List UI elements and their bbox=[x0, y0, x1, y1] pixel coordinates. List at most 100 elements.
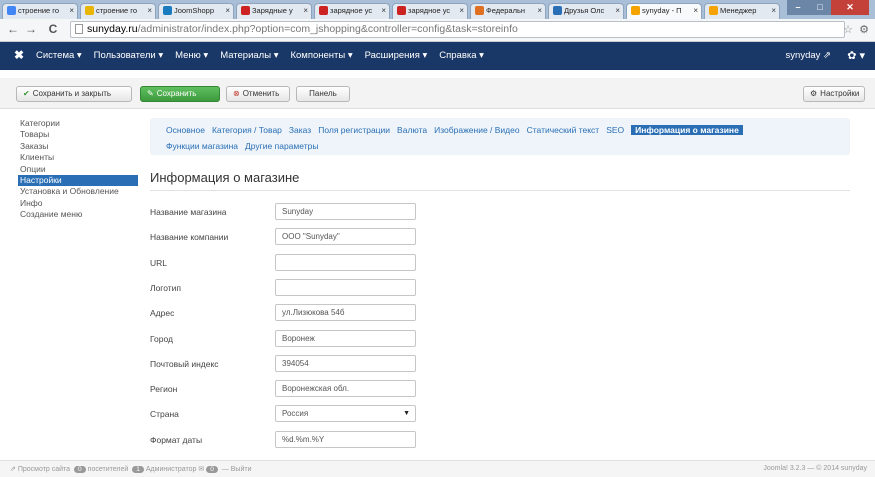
close-tab-icon[interactable]: × bbox=[381, 6, 386, 15]
cancel-button[interactable]: ⊗ Отменить bbox=[226, 86, 290, 102]
settings-tab[interactable]: Поля регистрации bbox=[318, 125, 390, 135]
status-bar: ⇗ Просмотр сайта 0 посетителей 1 Администр… bbox=[0, 460, 875, 477]
panel-button[interactable]: Панель bbox=[296, 86, 350, 102]
admin-menu-item[interactable]: Справка ▾ bbox=[439, 50, 484, 61]
browser-tab[interactable]: JoomShopp × bbox=[158, 3, 234, 19]
browser-tab[interactable]: Зарядные у × bbox=[236, 3, 312, 19]
messages-count-badge: 0 bbox=[206, 466, 218, 473]
sidebar-item[interactable]: Категории bbox=[18, 118, 138, 129]
settings-tab[interactable]: Валюта bbox=[397, 125, 427, 135]
text-field[interactable]: Воронеж bbox=[275, 329, 416, 347]
country-select[interactable]: Россия ▼ bbox=[275, 405, 416, 423]
browser-tabstrip: строение го × строение го × JoomShopp × Зарядн… bbox=[0, 0, 875, 19]
sidebar-item[interactable]: Настройки bbox=[18, 174, 138, 186]
text-field[interactable]: Sunyday bbox=[275, 203, 416, 220]
settings-tab[interactable]: Основное bbox=[166, 125, 205, 135]
browser-tab-label: зарядное ус bbox=[330, 6, 373, 15]
cancel-label: Отменить bbox=[242, 89, 280, 98]
logout-icon: — bbox=[221, 466, 229, 473]
browser-tab[interactable]: Друзья Олс × bbox=[548, 3, 624, 19]
sidebar-item[interactable]: Опции bbox=[18, 164, 138, 175]
field-label: Страна bbox=[150, 409, 179, 420]
settings-tab[interactable]: Другие параметры bbox=[245, 141, 318, 151]
settings-tab[interactable]: Изображение / Видео bbox=[434, 125, 519, 135]
forward-arrow-icon[interactable]: → bbox=[24, 22, 38, 36]
browser-tab[interactable]: synyday - П × bbox=[626, 3, 702, 19]
sidebar-item[interactable]: Заказы bbox=[18, 141, 138, 152]
browser-tab[interactable]: зарядное ус × bbox=[314, 3, 390, 19]
browser-tab-label: строение го bbox=[96, 6, 138, 15]
admins-label: Администратор bbox=[145, 466, 197, 473]
save-button[interactable]: ✎ Сохранить bbox=[140, 86, 220, 102]
settings-tab[interactable]: Статический текст bbox=[527, 125, 600, 135]
text-field[interactable]: %d.%m.%Y bbox=[275, 430, 416, 448]
browser-tab[interactable]: Менеджер × bbox=[704, 3, 780, 19]
browser-tab[interactable]: зарядное ус × bbox=[392, 3, 468, 19]
settings-tab[interactable]: SEO bbox=[606, 125, 624, 135]
gear-icon[interactable]: ✿ ▾ bbox=[847, 49, 865, 62]
toolbar: ✔ Сохранить и закрыть ✎ Сохранить ⊗ Отменит… bbox=[0, 78, 875, 109]
settings-button[interactable]: ⚙ Настройки bbox=[803, 86, 865, 102]
joomla-icon bbox=[631, 6, 640, 15]
browser-tab[interactable]: строение го × bbox=[2, 3, 78, 19]
joomla-logo-icon[interactable]: ✖ bbox=[14, 48, 24, 62]
close-tab-icon[interactable]: × bbox=[69, 6, 74, 15]
close-window-button[interactable]: ✕ bbox=[831, 0, 869, 15]
settings-tab[interactable]: Функции магазина bbox=[166, 141, 238, 151]
text-field[interactable]: ООО "Sunyday" bbox=[275, 228, 416, 246]
text-field[interactable]: Воронежская обл. bbox=[275, 380, 416, 398]
logout-link[interactable]: Выйти bbox=[231, 466, 252, 473]
close-tab-icon[interactable]: × bbox=[303, 6, 308, 15]
settings-tab[interactable]: Категория / Товар bbox=[212, 125, 282, 135]
admin-menu-item[interactable]: Материалы ▾ bbox=[220, 50, 278, 61]
sidebar-item[interactable]: Установка и Обновление bbox=[18, 186, 138, 197]
browser-tab-label: synyday - П bbox=[642, 6, 682, 15]
h1-icon bbox=[241, 6, 250, 15]
field-label: Почтовый индекс bbox=[150, 358, 219, 369]
user-menu[interactable]: synyday ⇗ bbox=[786, 50, 831, 61]
text-field[interactable] bbox=[275, 278, 416, 296]
close-tab-icon[interactable]: × bbox=[537, 6, 542, 15]
google-icon bbox=[85, 6, 94, 15]
browser-tab[interactable]: Федеральн × bbox=[470, 3, 546, 19]
wrench-icon[interactable]: ⚙ bbox=[859, 23, 869, 36]
settings-tab[interactable]: Заказ bbox=[289, 125, 311, 135]
close-tab-icon[interactable]: × bbox=[771, 6, 776, 15]
edit-icon: ✎ bbox=[147, 89, 154, 98]
cancel-icon: ⊗ bbox=[233, 89, 240, 98]
admin-menu-item[interactable]: Меню ▾ bbox=[175, 50, 208, 61]
close-tab-icon[interactable]: × bbox=[459, 6, 464, 15]
view-site-link[interactable]: Просмотр сайта bbox=[18, 466, 70, 473]
text-field[interactable]: 394054 bbox=[275, 354, 416, 372]
save-and-close-button[interactable]: ✔ Сохранить и закрыть bbox=[16, 86, 132, 102]
sidebar-item[interactable]: Инфо bbox=[18, 198, 138, 209]
gear-icon: ⚙ bbox=[810, 89, 818, 98]
minimize-button[interactable]: – bbox=[787, 0, 809, 15]
sidebar-item[interactable]: Товары bbox=[18, 129, 138, 140]
admin-menu-item[interactable]: Система ▾ bbox=[36, 50, 82, 61]
sidebar-item[interactable]: Создание меню bbox=[18, 209, 138, 220]
close-tab-icon[interactable]: × bbox=[615, 6, 620, 15]
admin-menu-item[interactable]: Расширения ▾ bbox=[365, 50, 428, 61]
sidebar-item[interactable]: Клиенты bbox=[18, 152, 138, 163]
maximize-button[interactable]: □ bbox=[809, 0, 831, 15]
url-path: /administrator/index.php?option=com_jsho… bbox=[137, 23, 518, 35]
admin-menu-item[interactable]: Пользователи ▾ bbox=[94, 50, 163, 61]
browser-tab[interactable]: строение го × bbox=[80, 3, 156, 19]
close-tab-icon[interactable]: × bbox=[225, 6, 230, 15]
reload-icon[interactable]: C bbox=[46, 22, 60, 36]
admin-menu-item[interactable]: Компоненты ▾ bbox=[290, 50, 352, 61]
back-arrow-icon[interactable]: ← bbox=[6, 22, 20, 36]
settings-tab[interactable]: Информация о магазине bbox=[631, 125, 743, 135]
h1-icon bbox=[397, 6, 406, 15]
text-field[interactable] bbox=[275, 253, 416, 271]
close-tab-icon[interactable]: × bbox=[693, 6, 698, 15]
url-host: sunyday.ru bbox=[87, 23, 138, 35]
close-tab-icon[interactable]: × bbox=[147, 6, 152, 15]
visitors-label: посетителей bbox=[87, 466, 129, 473]
text-field[interactable]: ул.Лизюкова 54б bbox=[275, 304, 416, 322]
browser-tab-label: Зарядные у bbox=[252, 6, 293, 15]
url-input[interactable]: sunyday.ru/administrator/index.php?optio… bbox=[70, 21, 845, 38]
field-value: 394054 bbox=[282, 358, 309, 368]
bookmark-star-icon[interactable]: ☆ bbox=[843, 23, 853, 36]
